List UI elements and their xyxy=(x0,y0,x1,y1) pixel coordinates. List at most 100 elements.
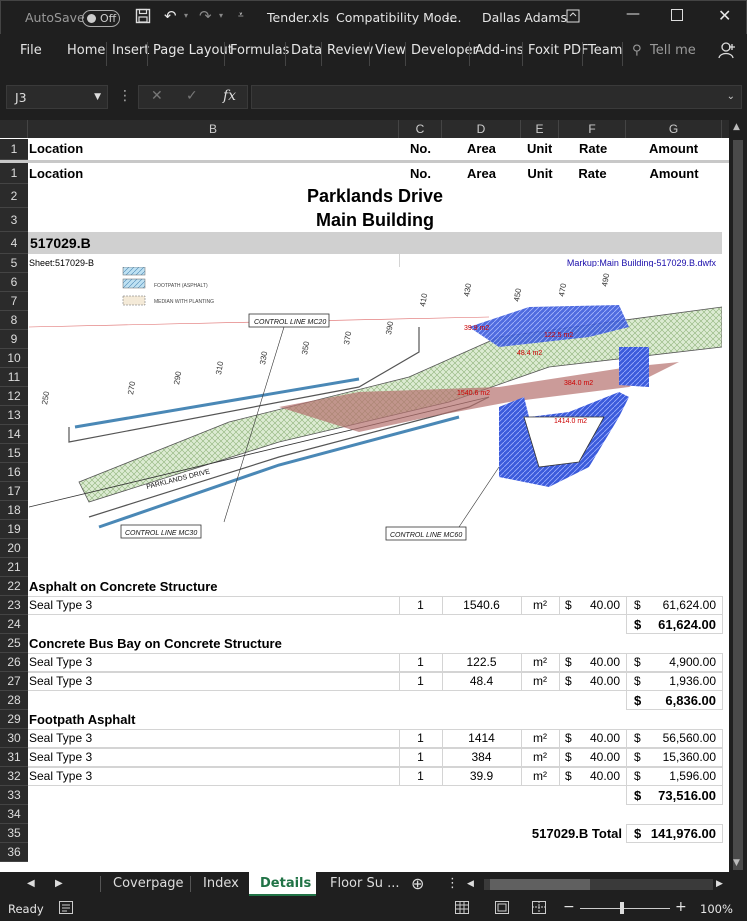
row-number[interactable]: 12 xyxy=(0,387,28,406)
worksheet-grid[interactable]: B C D E F G 1 Location No. Area Unit Rat… xyxy=(0,120,729,872)
sheet-title[interactable]: Parklands Drive xyxy=(28,184,722,208)
tab-data[interactable]: Data xyxy=(291,43,322,58)
line-unit[interactable]: m² xyxy=(521,596,559,615)
undo-icon[interactable]: ↶ xyxy=(164,7,177,25)
hscroll-right-icon[interactable]: ▶ xyxy=(716,879,723,889)
line-quantity[interactable]: 1 xyxy=(399,653,442,672)
line-description[interactable]: Seal Type 3 xyxy=(29,748,399,767)
add-sheet-icon[interactable]: ⊕ xyxy=(411,874,424,893)
line-rate[interactable]: 40.00 xyxy=(559,729,620,748)
ribbon-display-options-icon[interactable] xyxy=(566,9,580,26)
line-description[interactable]: Seal Type 3 xyxy=(29,767,399,786)
row-number[interactable]: 28 xyxy=(0,691,28,710)
autosave-toggle[interactable]: Off xyxy=(82,10,120,27)
insert-function-icon[interactable]: fx xyxy=(223,88,236,104)
line-amount[interactable]: 1,596.00 xyxy=(626,767,716,786)
tab-team[interactable]: Team xyxy=(588,43,622,58)
line-rate[interactable]: 40.00 xyxy=(559,596,620,615)
enter-check-icon[interactable]: ✓ xyxy=(186,88,198,104)
frozen-header-amount[interactable]: Amount xyxy=(649,141,698,156)
more-tabs-icon[interactable]: ⋮ xyxy=(446,876,459,891)
sheet-subtitle[interactable]: Main Building xyxy=(28,208,722,232)
row-number[interactable]: 36 xyxy=(0,843,28,862)
column-header-b[interactable]: B xyxy=(28,120,399,138)
normal-view-icon[interactable] xyxy=(455,901,469,917)
frozen-header-rate[interactable]: Rate xyxy=(579,141,607,156)
tab-review[interactable]: Review xyxy=(327,43,373,58)
row-number[interactable]: 32 xyxy=(0,767,28,786)
tab-developer[interactable]: Developer xyxy=(411,43,478,58)
select-all-corner[interactable] xyxy=(0,120,28,138)
row-number[interactable]: 17 xyxy=(0,482,28,501)
line-rate[interactable]: 40.00 xyxy=(559,653,620,672)
zoom-level[interactable]: 100% xyxy=(700,902,733,916)
column-header-c[interactable]: C xyxy=(399,120,442,138)
section-heading[interactable]: Concrete Bus Bay on Concrete Structure xyxy=(29,634,399,653)
tab-formulas[interactable]: Formulas xyxy=(230,43,289,58)
line-quantity[interactable]: 1 xyxy=(399,729,442,748)
line-quantity[interactable]: 1 xyxy=(399,596,442,615)
grand-total-label[interactable]: 517029.B Total xyxy=(400,824,622,843)
sheet-tab-coverpage[interactable]: Coverpage xyxy=(113,876,184,891)
redo-icon[interactable]: ↷ xyxy=(199,7,212,25)
row-number[interactable]: 23 xyxy=(0,596,28,615)
line-unit[interactable]: m² xyxy=(521,767,559,786)
row-number[interactable]: 26 xyxy=(0,653,28,672)
tab-add-ins[interactable]: Add-ins xyxy=(475,43,523,58)
column-header-e[interactable]: E xyxy=(521,120,559,138)
column-header-g[interactable]: G xyxy=(626,120,722,138)
row-number[interactable]: 22 xyxy=(0,577,28,596)
formula-input[interactable]: ⌄ xyxy=(251,85,742,109)
more-options-icon[interactable]: ⋮ xyxy=(118,88,132,104)
name-box[interactable]: J3 ▼ xyxy=(6,85,108,109)
line-area[interactable]: 384 xyxy=(442,748,521,767)
grand-total[interactable]: 141,976.00 xyxy=(626,824,716,843)
tab-insert[interactable]: Insert xyxy=(112,43,149,58)
customize-toolbar-icon[interactable]: ⩡ xyxy=(238,10,244,21)
line-amount[interactable]: 4,900.00 xyxy=(626,653,716,672)
line-rate[interactable]: 40.00 xyxy=(559,748,620,767)
section-subtotal[interactable]: 73,516.00 xyxy=(626,786,716,805)
row-number[interactable]: 21 xyxy=(0,558,28,577)
row-number[interactable]: 4 xyxy=(0,232,28,254)
sheet-tab-details-bg[interactable]: Details xyxy=(249,872,316,896)
minimize-icon[interactable]: — xyxy=(626,6,640,22)
row-number[interactable]: 2 xyxy=(0,184,28,208)
line-description[interactable]: Seal Type 3 xyxy=(29,596,399,615)
column-header-d[interactable]: D xyxy=(442,120,521,138)
row-number[interactable]: 35 xyxy=(0,824,28,843)
zoom-in-icon[interactable]: + xyxy=(675,899,687,915)
line-area[interactable]: 1540.6 xyxy=(442,596,521,615)
line-description[interactable]: Seal Type 3 xyxy=(29,653,399,672)
line-unit[interactable]: m² xyxy=(521,653,559,672)
line-amount[interactable]: 56,560.00 xyxy=(626,729,716,748)
header-amount[interactable]: Amount xyxy=(626,163,722,184)
tell-me-icon[interactable]: ⚲ xyxy=(632,43,642,58)
row-number[interactable]: 16 xyxy=(0,463,28,482)
header-no[interactable]: No. xyxy=(399,163,442,184)
row-number[interactable]: 20 xyxy=(0,539,28,558)
line-quantity[interactable]: 1 xyxy=(399,767,442,786)
maximize-icon[interactable] xyxy=(671,9,683,24)
line-unit[interactable]: m² xyxy=(521,729,559,748)
row-number[interactable]: 1 xyxy=(0,163,28,184)
row-number[interactable]: 8 xyxy=(0,311,28,330)
row-number[interactable]: 33 xyxy=(0,786,28,805)
macro-record-icon[interactable] xyxy=(59,901,73,917)
sheet-tab-index[interactable]: Index xyxy=(203,876,239,891)
line-amount[interactable]: 61,624.00 xyxy=(626,596,716,615)
zoom-out-icon[interactable]: − xyxy=(563,899,575,915)
row-number[interactable]: 6 xyxy=(0,273,28,292)
row-number[interactable]: 7 xyxy=(0,292,28,311)
row-number[interactable]: 18 xyxy=(0,501,28,520)
column-header-f[interactable]: F xyxy=(559,120,626,138)
row-number[interactable]: 10 xyxy=(0,349,28,368)
scroll-tabs-right-icon[interactable]: ▶ xyxy=(55,878,63,889)
header-unit[interactable]: Unit xyxy=(521,163,559,184)
section-code[interactable]: 517029.B xyxy=(28,232,722,254)
row-number[interactable]: 31 xyxy=(0,748,28,767)
row-number[interactable]: 1 xyxy=(0,139,28,160)
scroll-tabs-left-icon[interactable]: ◀ xyxy=(27,878,35,889)
section-subtotal[interactable]: 61,624.00 xyxy=(626,615,716,634)
line-amount[interactable]: 15,360.00 xyxy=(626,748,716,767)
